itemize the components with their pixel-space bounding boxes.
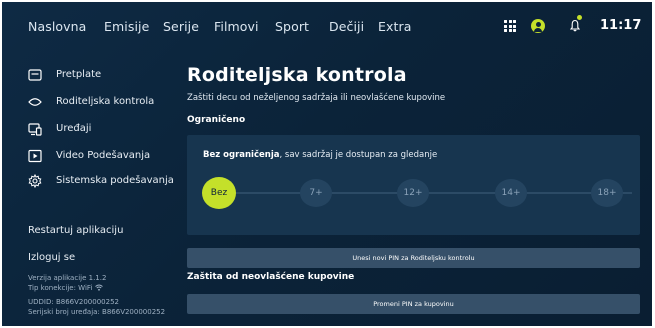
restricted-section-label: Ograničeno [187, 115, 246, 125]
level-option-12[interactable]: 12+ [397, 179, 429, 207]
sidebar-item-label: Pretplate [56, 69, 102, 80]
purchase-protection-label: Zaštita od neovlašćene kupovine [187, 272, 355, 282]
subscription-card-icon [28, 69, 42, 81]
sidebar-item-label: Roditeljska kontrola [56, 96, 155, 107]
sidebar-item-label: Uređaji [56, 123, 92, 134]
nav-item-emisije[interactable]: Emisije [104, 19, 149, 34]
tv-settings-screen: Naslovna Emisije Serije Filmovi Sport De… [0, 0, 655, 328]
udid-info: UDDID: B866V200000252 [28, 298, 119, 306]
level-option-18[interactable]: 18+ [591, 179, 623, 207]
clock: 11:17 [600, 18, 642, 33]
bell-icon[interactable] [570, 19, 580, 32]
level-description: Bez ograničenja, sav sadržaj je dostupan… [203, 150, 437, 160]
app-version: Verzija aplikacije 1.1.2 [28, 274, 107, 282]
serial-number: Serijski broj uređaja: B866V200000252 [28, 308, 166, 316]
wifi-icon [94, 284, 103, 291]
page-subtitle: Zaštiti decu od neželjenog sadržaja ili … [187, 93, 446, 103]
nav-item-sport[interactable]: Sport [275, 19, 309, 34]
nav-item-serije[interactable]: Serije [163, 19, 199, 34]
sidebar-item-label: Video Podešavanja [56, 150, 151, 161]
level-description-rest: , sav sadržaj je dostupan za gledanje [279, 150, 438, 160]
set-parental-pin-button[interactable]: Unesi novi PIN za Roditeljsku kontrolu [187, 248, 640, 268]
nav-item-naslovna[interactable]: Naslovna [28, 19, 86, 34]
play-icon [28, 149, 42, 163]
change-purchase-pin-button[interactable]: Promeni PIN za kupovinu [187, 294, 640, 314]
connection-type: Tip konekcije: WiFi [28, 284, 103, 294]
eye-icon [28, 98, 42, 106]
level-option-14[interactable]: 14+ [495, 179, 527, 207]
parental-level-panel: Bez ograničenja, sav sadržaj je dostupan… [187, 135, 640, 235]
connection-type-text: Tip konekcije: WiFi [28, 284, 93, 292]
grid-icon[interactable] [504, 20, 516, 32]
level-description-bold: Bez ograničenja [203, 150, 280, 160]
nav-item-deciji[interactable]: Dečiji [329, 19, 364, 34]
notification-dot [577, 15, 582, 20]
restart-app-link[interactable]: Restartuj aplikaciju [28, 225, 123, 236]
level-option-7[interactable]: 7+ [300, 179, 332, 207]
nav-item-extra[interactable]: Extra [378, 19, 412, 34]
gear-icon [28, 174, 42, 188]
level-option-bez[interactable]: Bez [202, 177, 236, 209]
page-title: Roditeljska kontrola [187, 64, 407, 86]
logout-link[interactable]: Izloguj se [28, 252, 75, 263]
sidebar-item-label: Sistemska podešavanja [56, 175, 174, 186]
user-icon[interactable] [531, 19, 545, 33]
top-navigation: Naslovna Emisije Serije Filmovi Sport De… [2, 2, 652, 56]
nav-item-filmovi[interactable]: Filmovi [214, 19, 259, 34]
devices-icon [28, 123, 42, 136]
